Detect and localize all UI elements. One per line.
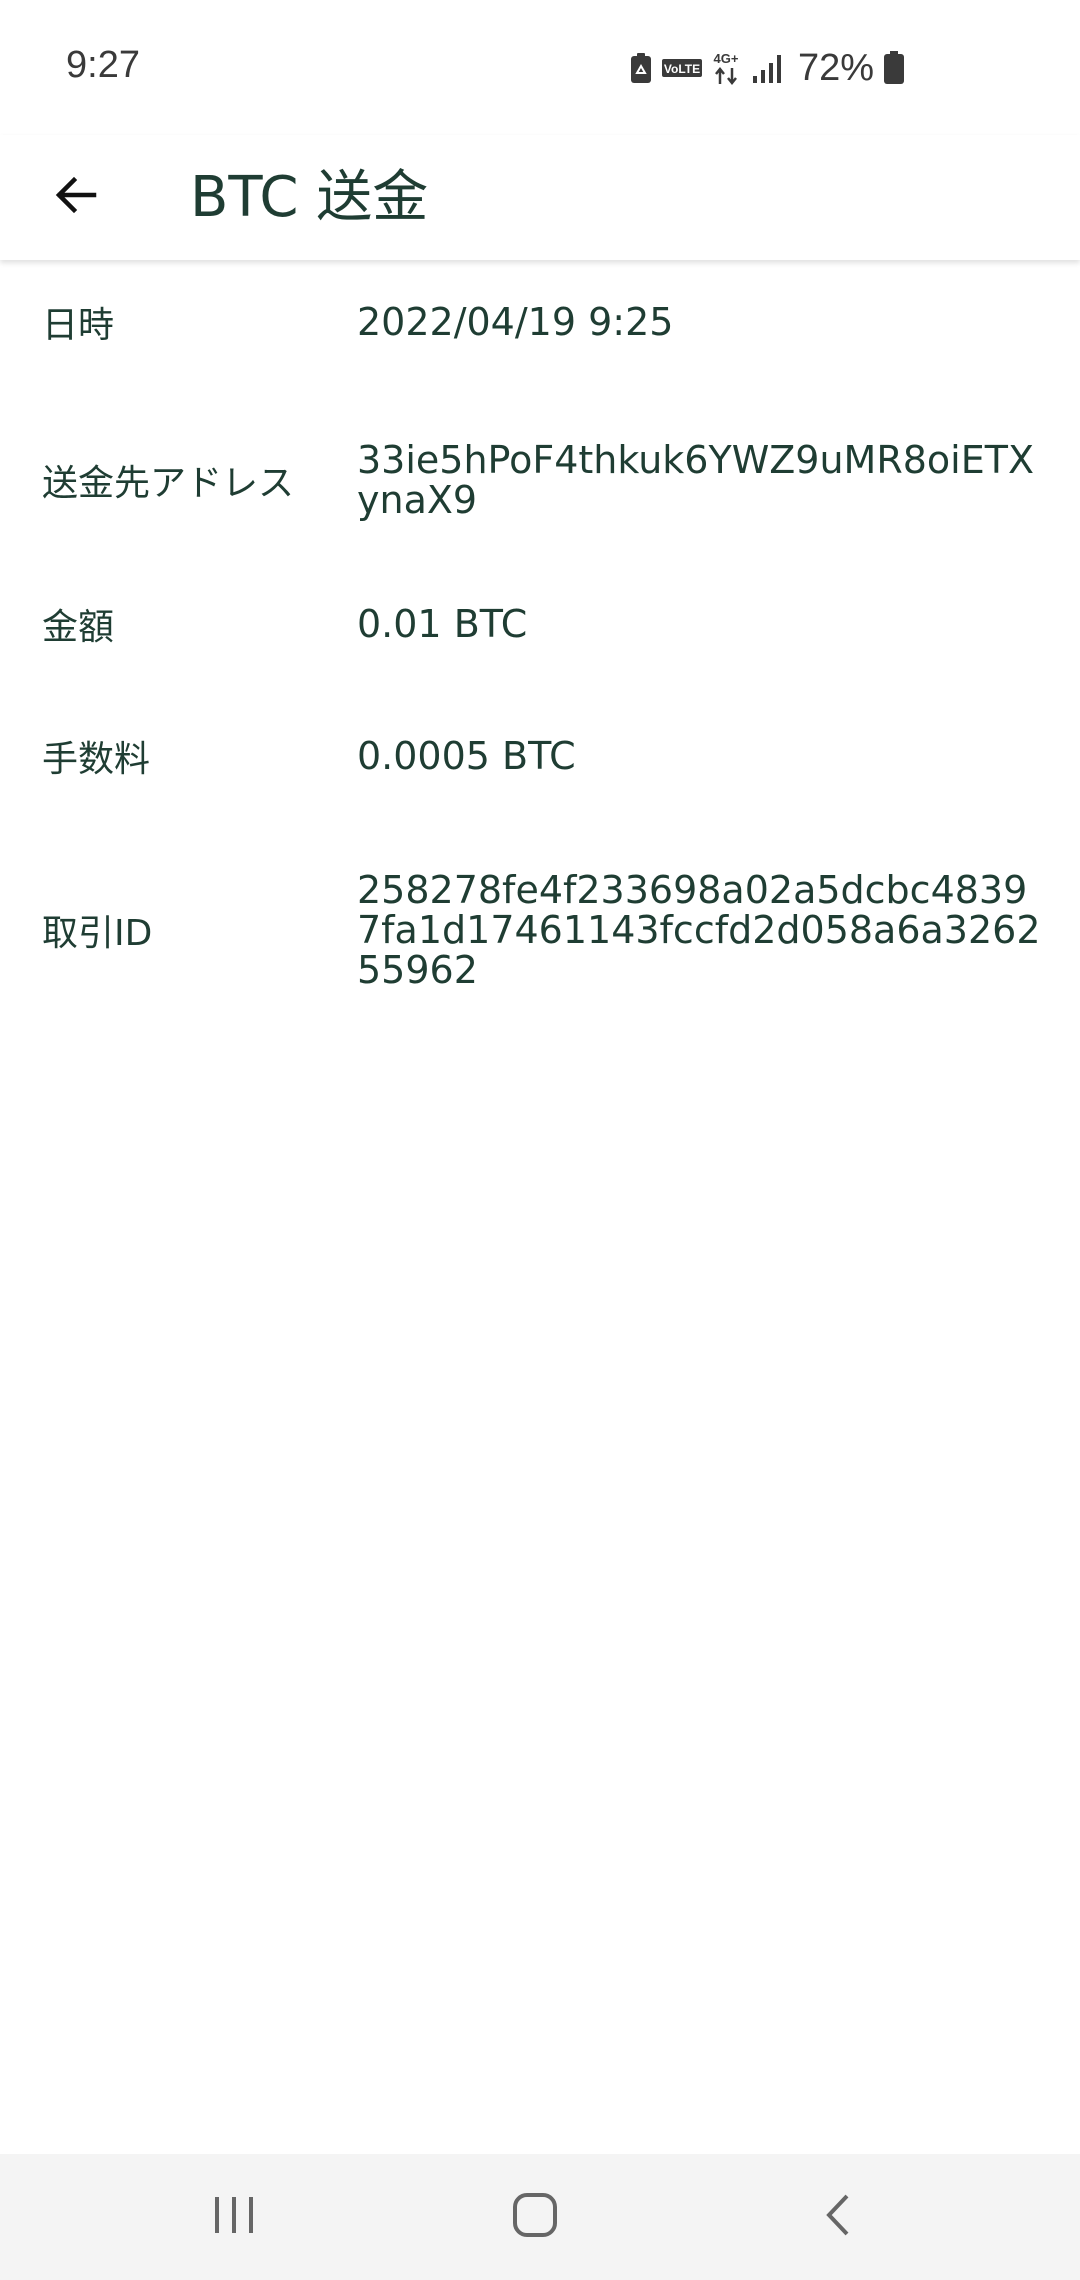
- system-nav-bar: [0, 2154, 1080, 2280]
- back-button[interactable]: [36, 157, 116, 237]
- detail-value: 0.0005 BTC: [357, 734, 576, 778]
- app-bar: BTC 送金: [0, 135, 1080, 260]
- back-chevron-icon: [823, 2192, 853, 2242]
- page-title: BTC 送金: [190, 165, 429, 230]
- recents-button[interactable]: [164, 2154, 304, 2280]
- detail-row-fee: 手数料 0.0005 BTC: [0, 716, 1080, 796]
- 4g-plus-icon: 4G+: [712, 50, 742, 86]
- detail-value: 0.01 BTC: [357, 602, 528, 646]
- battery-icon: [884, 51, 904, 85]
- detail-value: 258278fe4f233698a02a5dcbc48397fa1d174611…: [357, 868, 1041, 992]
- recycle-icon: [630, 52, 652, 84]
- detail-value: 2022/04/19 9:25: [357, 300, 674, 344]
- volte-icon: VoLTE: [661, 57, 702, 79]
- status-bar: 9:27 VoLTE 4G+ 72%: [0, 0, 1080, 135]
- detail-row-datetime: 日時 2022/04/19 9:25: [0, 282, 1080, 362]
- arrow-left-icon: [52, 171, 100, 223]
- home-button[interactable]: [465, 2154, 605, 2280]
- status-time: 9:27: [66, 44, 140, 86]
- detail-label: 手数料: [42, 739, 151, 780]
- home-icon: [512, 2192, 558, 2242]
- detail-label: 送金先アドレス: [42, 463, 295, 504]
- battery-percentage: 72%: [797, 46, 874, 89]
- detail-row-address: 送金先アドレス 33ie5hPoF4thkuk6YWZ9uMR8oiETXyna…: [0, 430, 1080, 530]
- svg-text:4G+: 4G+: [713, 51, 738, 66]
- detail-row-amount: 金額 0.01 BTC: [0, 584, 1080, 664]
- status-icons: VoLTE 4G+ 72%: [630, 44, 904, 92]
- detail-label: 日時: [42, 305, 115, 346]
- recents-icon: [212, 2195, 256, 2239]
- svg-text:VoLTE: VoLTE: [664, 62, 700, 76]
- signal-icon: [752, 52, 784, 84]
- detail-value: 33ie5hPoF4thkuk6YWZ9uMR8oiETXynaX9: [357, 438, 1034, 522]
- system-back-button[interactable]: [768, 2154, 908, 2280]
- detail-label: 金額: [42, 607, 115, 648]
- detail-row-transaction-id: 取引ID 258278fe4f233698a02a5dcbc48397fa1d1…: [0, 860, 1080, 1000]
- detail-label: 取引ID: [42, 913, 153, 954]
